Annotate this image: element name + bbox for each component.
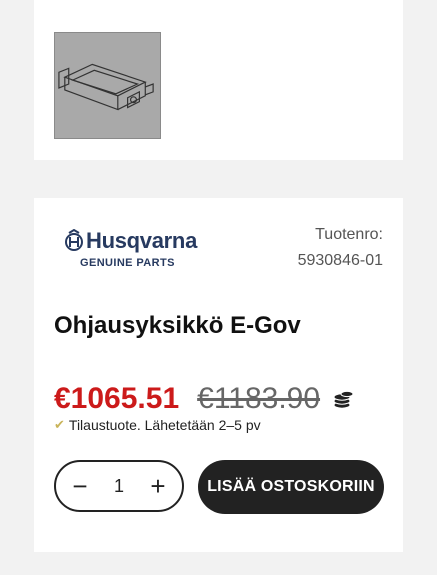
minus-icon[interactable]: − xyxy=(68,473,92,499)
availability-text: Tilaustuote. Lähetetään 2–5 pv xyxy=(68,417,261,433)
product-card: Husqvarna GENUINE PARTS Tuotenro: 593084… xyxy=(34,198,403,552)
product-title: Ohjausyksikkö E-Gov xyxy=(54,312,301,339)
brand-logo-block[interactable]: Husqvarna GENUINE PARTS xyxy=(64,228,197,269)
image-card xyxy=(34,0,403,160)
availability-row: ✔ Tilaustuote. Lähetetään 2–5 pv xyxy=(54,417,261,433)
brand-subtitle: GENUINE PARTS xyxy=(80,257,175,269)
sku-value: 5930846-01 xyxy=(297,252,383,269)
check-icon: ✔ xyxy=(54,417,65,432)
product-thumbnail[interactable] xyxy=(54,32,161,139)
sku-label: Tuotenro: xyxy=(315,226,383,243)
quantity-value[interactable]: 1 xyxy=(114,476,124,497)
product-image xyxy=(58,63,154,111)
price-row: €1065.51 €1183.90 xyxy=(54,382,354,416)
brand-name: Husqvarna xyxy=(86,228,198,253)
sku-block: Tuotenro: 5930846-01 xyxy=(298,222,383,274)
husqvarna-crown-icon xyxy=(65,229,83,251)
plus-icon[interactable]: + xyxy=(146,473,170,499)
quantity-stepper[interactable]: − 1 + xyxy=(54,460,184,512)
original-price: €1183.90 xyxy=(197,382,321,415)
coins-icon[interactable] xyxy=(332,388,354,410)
add-to-cart-button[interactable]: LISÄÄ OSTOSKORIIN xyxy=(198,460,384,514)
current-price: €1065.51 xyxy=(54,382,180,415)
